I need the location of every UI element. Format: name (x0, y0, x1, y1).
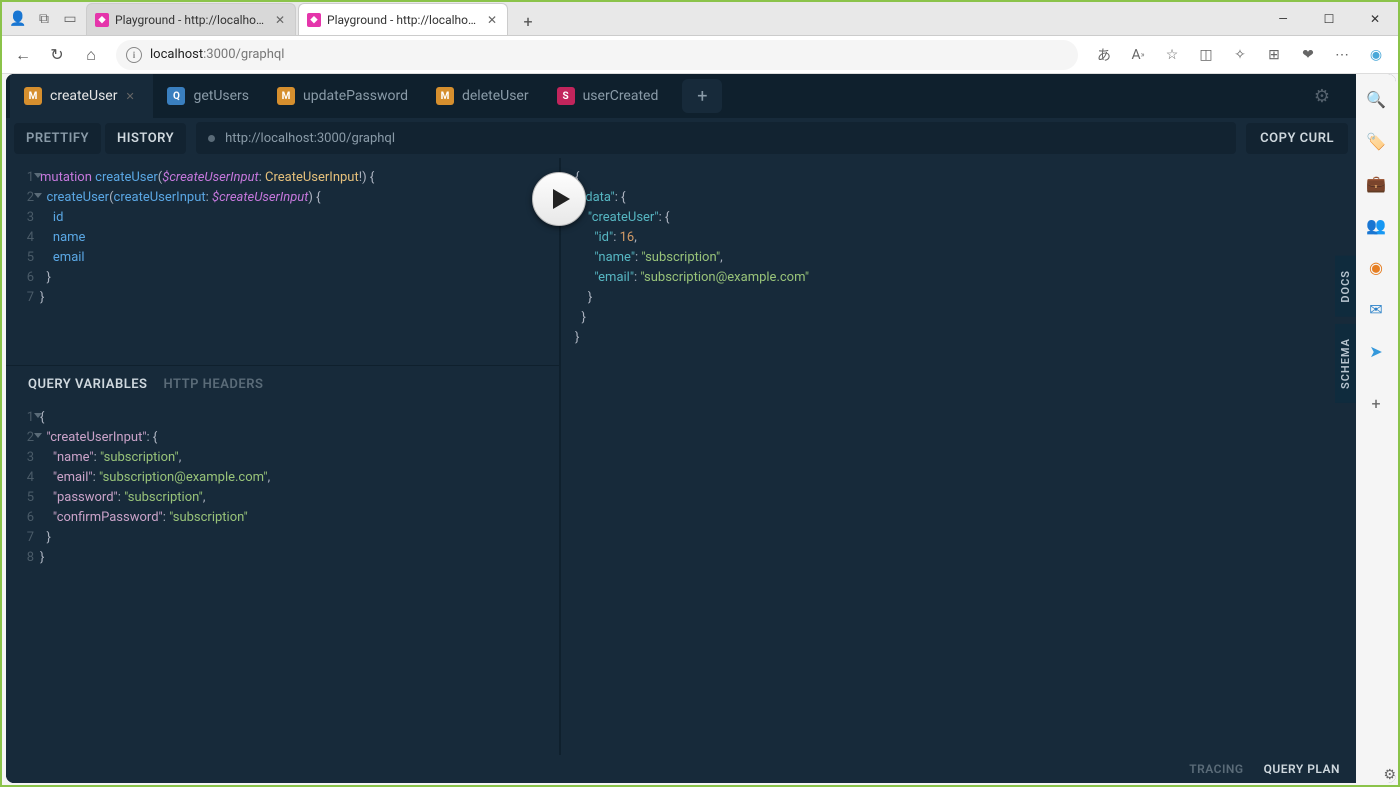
variable-tabs: QUERY VARIABLES HTTP HEADERS (6, 366, 559, 402)
action-bar: PRETTIFY HISTORY http://localhost:3000/g… (6, 118, 1356, 158)
query-code[interactable]: mutation createUser($createUserInput: Cr… (40, 168, 559, 355)
pg-tab-usercreated[interactable]: S userCreated (543, 74, 673, 118)
docs-tab[interactable]: DOCS (1335, 256, 1356, 317)
workspaces-icon[interactable]: ⧉ (36, 11, 52, 27)
tracing-tab[interactable]: TRACING (1189, 762, 1243, 776)
window-controls: — ☐ ✕ (1260, 2, 1398, 35)
outlook-icon[interactable]: ✉ (1365, 298, 1387, 320)
prettify-button[interactable]: PRETTIFY (14, 123, 101, 154)
graphql-favicon: ◆ (307, 13, 321, 27)
add-icon[interactable]: + (1365, 392, 1387, 414)
menu-icon[interactable]: ⋯ (1326, 40, 1358, 70)
shopping-icon[interactable]: 🏷️ (1365, 130, 1387, 152)
address-host: localhost (150, 47, 203, 62)
play-icon (553, 189, 570, 209)
fold-gutter (561, 168, 575, 745)
response-code: { "data": { "createUser": { "id": 16, "n… (575, 168, 1356, 745)
query-variables-tab[interactable]: QUERY VARIABLES (28, 377, 148, 392)
browser-titlebar: 👤 ⧉ ▭ ◆ Playground - http://localhost:30… (2, 2, 1398, 36)
favorite-icon[interactable]: ☆ (1156, 40, 1188, 70)
endpoint-status-dot (208, 135, 215, 142)
search-icon[interactable]: 🔍 (1365, 88, 1387, 110)
bottom-bar: TRACING QUERY PLAN (6, 755, 1356, 783)
profile-icon[interactable]: 👤 (10, 11, 26, 27)
line-gutter: 1 2 345678 (6, 408, 40, 749)
query-badge: Q (167, 87, 185, 105)
maximize-button[interactable]: ☐ (1306, 2, 1352, 36)
tab-title: Playground - http://localhost:300 (115, 13, 267, 27)
playground-tabs: M createUser ✕ Q getUsers M updatePasswo… (6, 74, 1356, 118)
browser-tabs: ◆ Playground - http://localhost:300 ✕ ◆ … (86, 2, 542, 35)
minimize-button[interactable]: — (1260, 2, 1306, 36)
query-editor[interactable]: 1 2 34567 mutation createUser($createUse… (6, 158, 559, 365)
pg-tab-label: updatePassword (303, 88, 408, 104)
browser-sidebar: 🔍 🏷️ 💼 👥 ◉ ✉ ➤ + (1356, 74, 1396, 783)
browser-toolbar: ← ↻ ⌂ i localhost:3000/graphql あ A» ☆ ◫ … (2, 36, 1398, 74)
line-gutter: 1 2 34567 (6, 168, 40, 355)
address-path: :3000/graphql (203, 47, 284, 62)
close-icon[interactable]: ✕ (273, 13, 287, 27)
tools-icon[interactable]: 💼 (1365, 172, 1387, 194)
refresh-button[interactable]: ↻ (42, 40, 72, 70)
split-screen-icon[interactable]: ◫ (1190, 40, 1222, 70)
browser-tab-2[interactable]: ◆ Playground - http://localhost:300 ✕ (298, 3, 508, 35)
pg-tab-label: userCreated (583, 88, 659, 104)
copilot-icon[interactable]: ◉ (1360, 40, 1392, 70)
editor-panes: 1 2 34567 mutation createUser($createUse… (6, 158, 1356, 755)
pg-tab-getusers[interactable]: Q getUsers (153, 74, 263, 118)
copy-curl-button[interactable]: COPY CURL (1246, 123, 1348, 154)
variables-section: QUERY VARIABLES HTTP HEADERS 1 2 345678 … (6, 365, 559, 755)
mutation-badge: M (436, 87, 454, 105)
translate-icon[interactable]: あ (1088, 40, 1120, 70)
schema-tab[interactable]: SCHEMA (1335, 324, 1356, 403)
close-button[interactable]: ✕ (1352, 2, 1398, 36)
new-tab-button[interactable]: + (514, 7, 542, 35)
settings-button[interactable]: ⚙ (1302, 76, 1342, 116)
settings-gear-icon[interactable]: ⚙ (1383, 767, 1396, 783)
history-button[interactable]: HISTORY (105, 123, 186, 154)
send-icon[interactable]: ➤ (1365, 340, 1387, 362)
query-pane: 1 2 34567 mutation createUser($createUse… (6, 158, 561, 755)
home-button[interactable]: ⌂ (76, 40, 106, 70)
pg-tab-updatepassword[interactable]: M updatePassword (263, 74, 422, 118)
pg-tab-label: getUsers (193, 88, 249, 104)
query-plan-tab[interactable]: QUERY PLAN (1264, 762, 1340, 776)
tab-actions-icon[interactable]: ▭ (62, 11, 78, 27)
main-area: M createUser ✕ Q getUsers M updatePasswo… (6, 74, 1396, 783)
graphql-favicon: ◆ (95, 13, 109, 27)
subscription-badge: S (557, 87, 575, 105)
favorites-bar-icon[interactable]: ✧ (1224, 40, 1256, 70)
mutation-badge: M (24, 87, 42, 105)
endpoint-url: http://localhost:3000/graphql (225, 131, 395, 146)
endpoint-input[interactable]: http://localhost:3000/graphql (196, 122, 1236, 154)
games-icon[interactable]: 👥 (1365, 214, 1387, 236)
collections-icon[interactable]: ⊞ (1258, 40, 1290, 70)
mutation-badge: M (277, 87, 295, 105)
pg-tab-label: createUser (50, 88, 117, 104)
pg-tab-createuser[interactable]: M createUser ✕ (10, 74, 153, 118)
response-pane: { "data": { "createUser": { "id": 16, "n… (561, 158, 1356, 755)
back-button[interactable]: ← (8, 40, 38, 70)
http-headers-tab[interactable]: HTTP HEADERS (164, 377, 264, 392)
browser-tab-1[interactable]: ◆ Playground - http://localhost:300 ✕ (86, 3, 296, 35)
add-tab-button[interactable]: + (682, 79, 722, 113)
playground-content: M createUser ✕ Q getUsers M updatePasswo… (6, 74, 1356, 783)
office-icon[interactable]: ◉ (1365, 256, 1387, 278)
read-aloud-icon[interactable]: A» (1122, 40, 1154, 70)
performance-icon[interactable]: ❤ (1292, 40, 1324, 70)
tab-title: Playground - http://localhost:300 (327, 13, 479, 27)
variables-editor[interactable]: 1 2 345678 { "createUserInput": { "name"… (6, 402, 559, 755)
address-bar[interactable]: i localhost:3000/graphql (116, 40, 1078, 70)
close-icon[interactable]: ✕ (485, 13, 499, 27)
close-icon[interactable]: ✕ (125, 90, 139, 103)
execute-button[interactable] (532, 172, 586, 226)
variables-code[interactable]: { "createUserInput": { "name": "subscrip… (40, 408, 559, 749)
pg-tab-deleteuser[interactable]: M deleteUser (422, 74, 543, 118)
pg-tab-label: deleteUser (462, 88, 529, 104)
site-info-icon[interactable]: i (126, 47, 142, 63)
response-editor[interactable]: { "data": { "createUser": { "id": 16, "n… (561, 158, 1356, 755)
